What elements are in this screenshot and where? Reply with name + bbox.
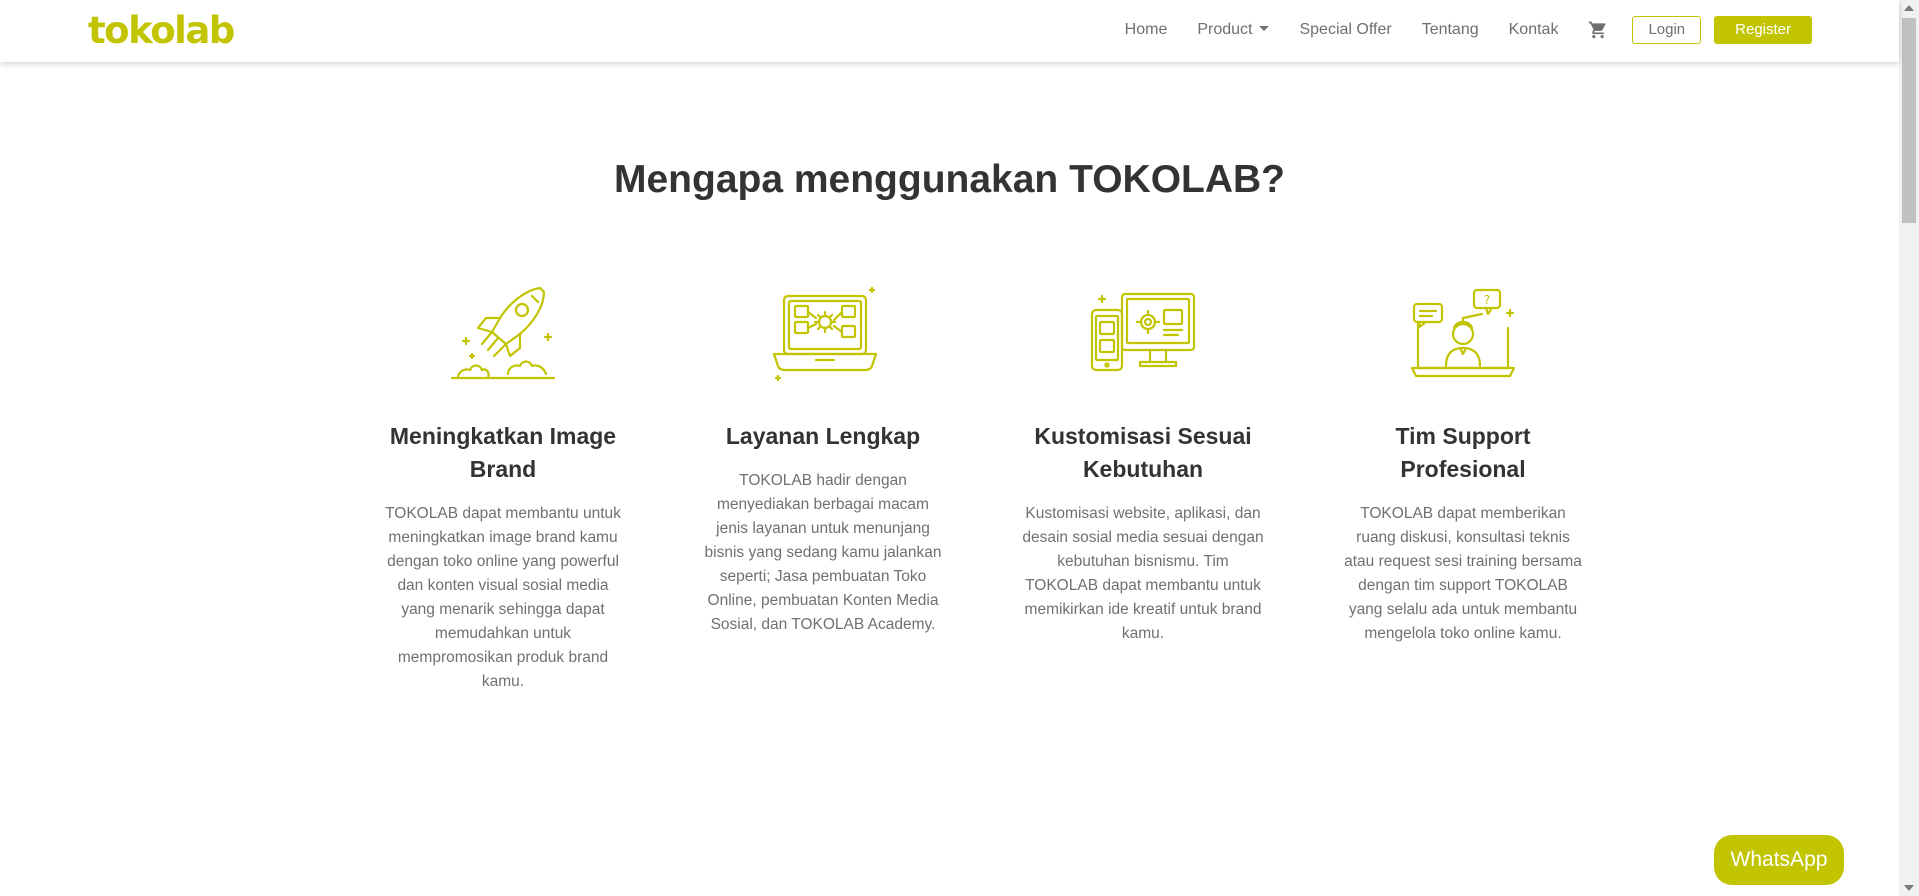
nav-product-label: Product <box>1197 21 1253 38</box>
nav-special-offer-link[interactable]: Special Offer <box>1299 21 1391 39</box>
feature-title: Meningkatkan Image Brand <box>389 423 617 482</box>
register-button[interactable]: Register <box>1714 16 1812 44</box>
nav-home-link[interactable]: Home <box>1125 21 1168 39</box>
nav-kontak-link[interactable]: Kontak <box>1509 21 1559 39</box>
login-button[interactable]: Login <box>1632 16 1702 44</box>
rocket-icon <box>343 282 663 382</box>
nav-product-dropdown[interactable]: Product <box>1197 21 1270 39</box>
feature-description: TOKOLAB dapat memberikan ruang diskusi, … <box>1344 505 1582 642</box>
feature-card: Kustomisasi Sesuai Kebutuhan Kustomisasi… <box>983 282 1303 694</box>
feature-description: Kustomisasi website, aplikasi, dan desai… <box>1022 505 1264 642</box>
support-person-icon: ? <box>1303 282 1623 382</box>
page: tokolab Home Product Special Offer Tenta… <box>0 0 1919 896</box>
feature-card: Meningkatkan Image Brand TOKOLAB dapat m… <box>343 282 663 694</box>
nav-tentang-link[interactable]: Tentang <box>1422 21 1479 39</box>
vertical-scrollbar[interactable] <box>1899 0 1919 896</box>
scrollbar-thumb[interactable] <box>1902 18 1916 223</box>
scroll-down-icon[interactable] <box>1904 885 1914 891</box>
top-navbar: tokolab Home Product Special Offer Tenta… <box>0 0 1899 62</box>
caret-down-icon <box>1259 26 1270 31</box>
whatsapp-button[interactable]: WhatsApp <box>1714 835 1844 885</box>
feature-card: Layanan Lengkap TOKOLAB hadir dengan men… <box>663 282 983 694</box>
svg-text:?: ? <box>1484 293 1490 307</box>
feature-card: ? Tim Support Profesional TOKOLAB dapat … <box>1303 282 1623 694</box>
features-grid: Meningkatkan Image Brand TOKOLAB dapat m… <box>343 282 1623 694</box>
section-title: Mengapa menggunakan TOKOLAB? <box>614 158 1285 201</box>
feature-title: Kustomisasi Sesuai Kebutuhan <box>1034 423 1252 482</box>
feature-title: Layanan Lengkap <box>725 423 921 449</box>
main-nav: Home Product Special Offer Tentang Konta… <box>1125 14 1812 46</box>
feature-description: TOKOLAB hadir dengan menyediakan berbaga… <box>704 472 942 633</box>
laptop-settings-icon <box>663 282 983 382</box>
feature-title: Tim Support Profesional <box>1395 423 1531 482</box>
feature-description: TOKOLAB dapat membantu untuk meningkatka… <box>385 505 621 690</box>
devices-customization-icon <box>983 282 1303 382</box>
shopping-cart-icon[interactable] <box>1588 19 1610 41</box>
brand-logo[interactable]: tokolab <box>88 6 235 56</box>
scroll-up-icon[interactable] <box>1904 5 1914 11</box>
